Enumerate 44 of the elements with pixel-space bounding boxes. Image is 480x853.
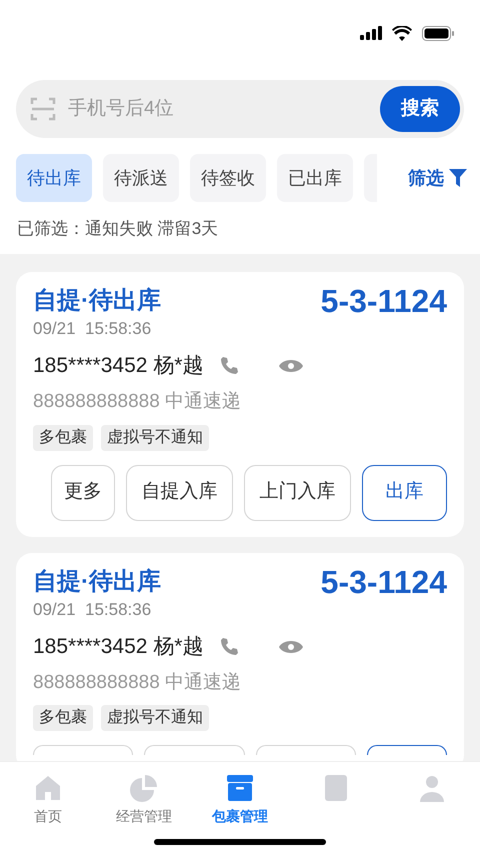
scan-icon[interactable] <box>30 96 56 122</box>
nav-tab[interactable]: 包裹管理 <box>212 806 268 827</box>
tracking-info: 888888888888 中通速递 <box>33 390 242 414</box>
phone-icon[interactable] <box>219 356 240 376</box>
filter-tab[interactable]: 待出库 <box>16 154 92 202</box>
action-button[interactable] <box>367 745 447 755</box>
eye-icon[interactable] <box>279 358 304 374</box>
search-field[interactable]: 手机号后4位 搜索 <box>16 80 464 138</box>
recipient-info: 185****3452 杨*越 <box>33 634 204 660</box>
pickup-code: 5-3-1124 <box>320 564 447 598</box>
package-tag: 多包裹 <box>33 424 93 450</box>
home-icon[interactable] <box>34 774 62 802</box>
action-button[interactable]: 更多 <box>51 464 115 520</box>
wifi-icon <box>392 26 412 40</box>
eye-icon[interactable] <box>279 638 304 654</box>
action-button[interactable]: 自提入库 <box>126 464 233 520</box>
package-time: 09/21 15:58:36 <box>33 598 152 620</box>
filter-tab[interactable]: 待签收 <box>190 154 266 202</box>
user-icon[interactable] <box>418 774 446 802</box>
nav-tab[interactable]: 经营管理 <box>116 806 172 827</box>
search-button[interactable]: 搜索 <box>380 86 460 132</box>
pie-chart-icon[interactable] <box>130 774 158 802</box>
battery-icon <box>422 26 454 40</box>
package-time: 09/21 15:58:36 <box>33 318 152 340</box>
recipient-info: 185****3452 杨*越 <box>33 353 204 380</box>
phone-icon[interactable] <box>219 636 240 656</box>
package-tag: 虚拟号不通知 <box>101 705 209 731</box>
signal-icon <box>360 26 382 40</box>
filter-summary: 已筛选：通知失败 滞留3天 <box>17 219 218 238</box>
action-button[interactable]: 出库 <box>362 464 447 520</box>
package-tag: 多包裹 <box>33 705 93 731</box>
filter-tab[interactable]: 待派送 <box>103 154 179 202</box>
book-icon[interactable] <box>322 774 350 802</box>
nav-tab[interactable]: 首页 <box>34 806 62 827</box>
filter-tab[interactable]: 已出库 <box>277 154 353 202</box>
box-icon[interactable] <box>226 774 254 802</box>
filter-icon[interactable] <box>448 168 468 188</box>
package-tag: 虚拟号不通知 <box>101 424 209 450</box>
action-button[interactable]: 上门入库 <box>244 464 351 520</box>
package-status: 自提·待出库 <box>33 286 161 316</box>
tracking-info: 888888888888 中通速递 <box>33 670 242 694</box>
filter-button[interactable]: 筛选 <box>408 164 444 192</box>
pickup-code: 5-3-1124 <box>320 284 447 318</box>
package-status: 自提·待出库 <box>33 566 161 596</box>
